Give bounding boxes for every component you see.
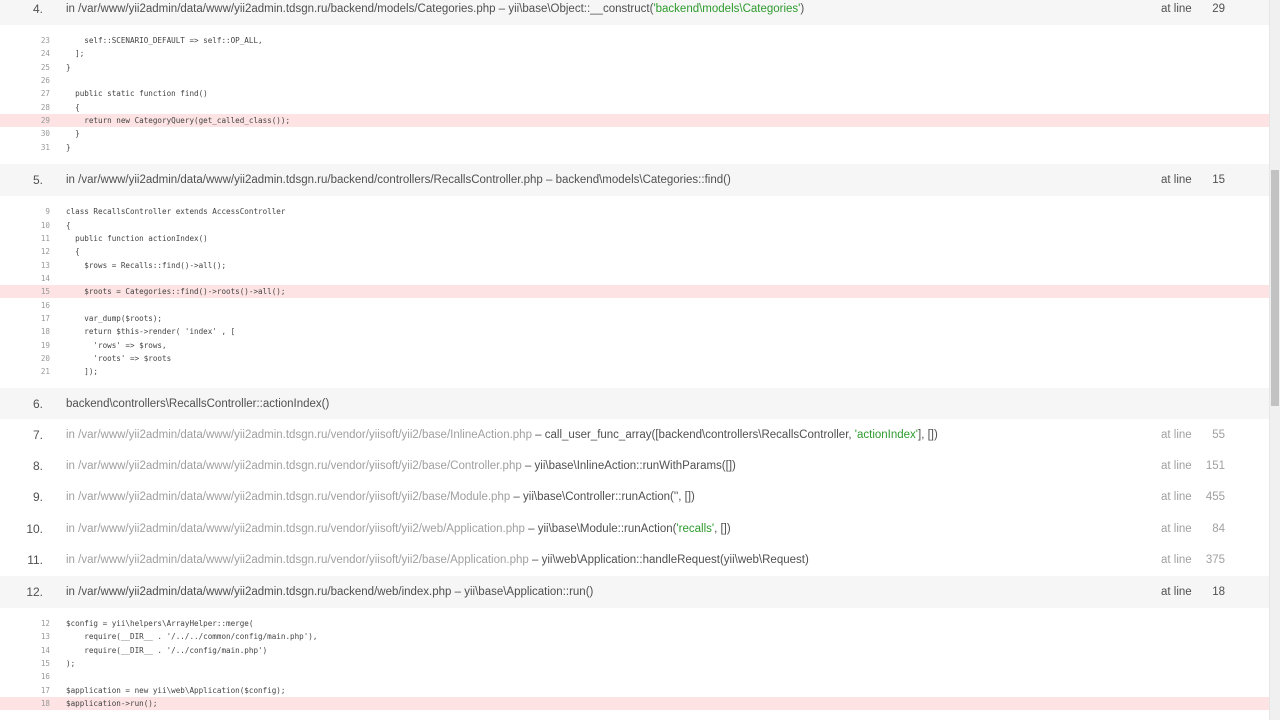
code-line: 15); (40, 659, 76, 668)
code-snippet: 9 class RecallsController extends AccessC… (0, 196, 1269, 387)
frame-location: in /var/www/yii2admin/data/www/yii2admin… (66, 554, 809, 566)
code-line: 17 var_dump($roots); (40, 314, 163, 323)
call-stack: 4. in /var/www/yii2admin/data/www/yii2ad… (0, 0, 1269, 720)
stack-frame-7[interactable]: 7. in /var/www/yii2admin/data/www/yii2ad… (0, 419, 1269, 451)
code-line: 28 { (40, 103, 80, 112)
code-line: 17 $application = new yii\web\Application… (40, 686, 286, 695)
stack-frame-11[interactable]: 11. in /var/www/yii2admin/data/www/yii2a… (0, 544, 1269, 576)
error-code-line: 15 $roots = Categories::find()->roots()-… (0, 285, 1269, 298)
line-number: 375 (1205, 554, 1225, 566)
frame-location: in /var/www/yii2admin/data/www/yii2admin… (66, 586, 594, 598)
stack-frame-6[interactable]: 6. backend\controllers\RecallsController… (0, 388, 1269, 420)
stack-frame-9[interactable]: 9. in /var/www/yii2admin/data/www/yii2ad… (0, 481, 1269, 513)
code-line: 14 (40, 274, 50, 283)
line-number: 18 (1212, 586, 1225, 598)
code-line: 26 (40, 76, 50, 85)
frame-location: in /var/www/yii2admin/data/www/yii2admin… (66, 460, 736, 472)
at-line-label: at line (1161, 460, 1192, 472)
at-line-label: at line (1161, 429, 1192, 441)
code-line: 18 return $this->render( 'index' , [ (40, 327, 236, 336)
error-code-line: 18 $application->run(); (0, 697, 1269, 710)
code-line: 11 public function actionIndex() (40, 234, 208, 243)
at-line-label: at line (1161, 586, 1192, 598)
code-line: 20 'roots' => $roots (40, 354, 172, 363)
line-number: 151 (1205, 460, 1225, 472)
scrollbar-thumb[interactable] (1271, 170, 1279, 406)
code-line: 14 require(__DIR__ . '/../config/main.ph… (40, 646, 268, 655)
code-line: 16 (40, 672, 50, 681)
code-snippet: 23 self::SCENARIO_DEFAULT => self::OP_AL… (0, 25, 1269, 163)
stack-frame-12[interactable]: 12. in /var/www/yii2admin/data/www/yii2a… (0, 576, 1269, 608)
at-line-label: at line (1161, 491, 1192, 503)
code-line: 12 $config = yii\helpers\ArrayHelper::mer… (40, 619, 254, 628)
frame-number: 6. (32, 397, 43, 411)
code-line: 27 public static function find() (40, 89, 208, 98)
frame-location: in /var/www/yii2admin/data/www/yii2admin… (66, 429, 938, 441)
code-line: 10{ (40, 221, 71, 230)
stack-frame-5[interactable]: 5. in /var/www/yii2admin/data/www/yii2ad… (0, 164, 1269, 196)
code-line: 16 (40, 301, 50, 310)
at-line-label: at line (1161, 523, 1192, 535)
line-number: 455 (1205, 491, 1225, 503)
frame-location: in /var/www/yii2admin/data/www/yii2admin… (66, 3, 805, 15)
line-number: 55 (1212, 429, 1225, 441)
line-number: 15 (1212, 174, 1225, 186)
code-line: 13 require(__DIR__ . '/../../common/conf… (40, 632, 318, 641)
frame-number: 12. (26, 585, 43, 599)
stack-frame-8[interactable]: 8. in /var/www/yii2admin/data/www/yii2ad… (0, 450, 1269, 482)
at-line-label: at line (1161, 554, 1192, 566)
error-code-line: 29 return new CategoryQuery(get_called_c… (0, 114, 1269, 127)
frame-number: 4. (32, 2, 43, 16)
frame-location: in /var/www/yii2admin/data/www/yii2admin… (66, 491, 695, 503)
frame-number: 5. (32, 173, 43, 187)
code-line: 23 self::SCENARIO_DEFAULT => self::OP_AL… (40, 36, 263, 45)
code-line: 12 { (40, 247, 80, 256)
code-line: 21 ]); (40, 367, 99, 376)
frame-number: 8. (32, 459, 43, 473)
frame-number: 10. (26, 522, 43, 536)
code-line: 30 } (40, 129, 80, 138)
stack-frame-10[interactable]: 10. in /var/www/yii2admin/data/www/yii2a… (0, 513, 1269, 545)
code-line: 13 $rows = Recalls::find()->all(); (40, 261, 227, 270)
code-line: 25} (40, 63, 71, 72)
code-line: 31} (40, 143, 71, 152)
code-snippet: 12 $config = yii\helpers\ArrayHelper::mer… (0, 608, 1269, 720)
frame-number: 9. (32, 490, 43, 504)
line-number: 29 (1212, 3, 1225, 15)
code-line: 24 ]; (40, 49, 85, 58)
frame-location: backend\controllers\RecallsController::a… (66, 398, 330, 410)
code-line: 9 class RecallsController extends AccessC… (45, 207, 286, 216)
stack-frame-4[interactable]: 4. in /var/www/yii2admin/data/www/yii2ad… (0, 0, 1269, 25)
frame-number: 11. (27, 553, 43, 567)
line-number: 84 (1212, 523, 1225, 535)
at-line-label: at line (1161, 174, 1192, 186)
code-line: 19 'rows' => $rows, (40, 341, 167, 350)
frame-number: 7. (32, 428, 43, 442)
at-line-label: at line (1161, 3, 1192, 15)
frame-location: in /var/www/yii2admin/data/www/yii2admin… (66, 174, 731, 186)
frame-location: in /var/www/yii2admin/data/www/yii2admin… (66, 523, 731, 535)
